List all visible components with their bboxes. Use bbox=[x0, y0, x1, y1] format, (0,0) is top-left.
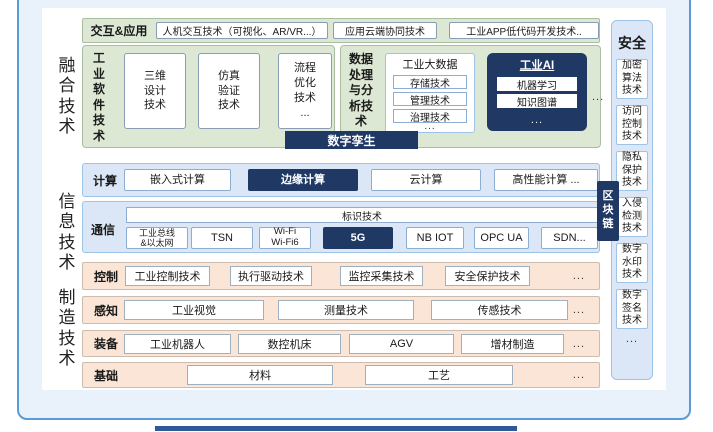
measurement-tech-box: 测量技术 bbox=[278, 300, 414, 320]
management-tech-box: 管理技术 bbox=[393, 92, 467, 106]
industrial-control-box: 工业控制技术 bbox=[125, 266, 210, 286]
tsn-box: TSN bbox=[191, 227, 253, 249]
embedded-computing-box: 嵌入式计算 bbox=[124, 169, 231, 191]
machine-learning-box: 机器学习 bbox=[497, 77, 577, 91]
actuation-drive-box: 执行驱动技术 bbox=[230, 266, 312, 286]
diagram-panel: 融 合 技 术 信 息 技 术 制 造 技 术 交互&应用 人机交互技术（可视化… bbox=[42, 8, 666, 390]
materials-box: 材料 bbox=[187, 365, 333, 385]
opcua-box: OPC UA bbox=[474, 227, 529, 249]
agv-box: AGV bbox=[349, 334, 454, 354]
ai-more-ellipsis: ... bbox=[487, 114, 587, 126]
cloud-computing-box: 云计算 bbox=[371, 169, 481, 191]
digital-watermark-box: 数字 水印 技术 bbox=[616, 243, 648, 283]
industrial-app-lowcode-box: 工业APP低代码开发技术.. bbox=[449, 22, 599, 39]
cnc-machine-box: 数控机床 bbox=[238, 334, 341, 354]
data-analysis-more-ellipsis: ... bbox=[592, 91, 604, 103]
nbiot-box: NB IOT bbox=[406, 227, 464, 249]
wifi-box: Wi-Fi Wi-Fi6 bbox=[259, 227, 311, 249]
industrial-ai-group: 工业AI 机器学习 知识图谱 ... bbox=[487, 53, 587, 131]
equipment-row: 装备 工业机器人 数控机床 AGV 增材制造 ... bbox=[82, 330, 600, 357]
foundation-row-label: 基础 bbox=[88, 367, 124, 384]
access-control-box: 访问 控制 技术 bbox=[616, 105, 648, 145]
edge-computing-box: 边缘计算 bbox=[248, 169, 358, 191]
simulation-verification-box: 仿真 验证 技术 bbox=[198, 53, 260, 129]
industrial-bigdata-group: 工业大数据 存储技术 管理技术 治理技术 ... bbox=[385, 53, 475, 133]
side-label-fusion-tech: 融 合 技 术 bbox=[55, 56, 79, 138]
digital-signature-box: 数字 签名 技术 bbox=[616, 289, 648, 329]
sensor-tech-box: 传感技术 bbox=[431, 300, 568, 320]
storage-tech-box: 存储技术 bbox=[393, 75, 467, 89]
industrial-software-label: 工 业 软 件 技 术 bbox=[91, 51, 107, 147]
blockchain-tag: 区 块 链 bbox=[597, 181, 619, 241]
interaction-row-label: 交互&应用 bbox=[87, 22, 151, 39]
industrial-bigdata-title: 工业大数据 bbox=[386, 56, 474, 72]
interaction-application-row: 交互&应用 人机交互技术（可视化、AR/VR...） 应用云端协同技术 工业AP… bbox=[82, 18, 600, 43]
fieldbus-ethernet-box: 工业总线 &以太网 bbox=[126, 227, 188, 249]
knowledge-graph-box: 知识图谱 bbox=[497, 94, 577, 108]
safety-protection-box: 安全保护技术 bbox=[445, 266, 530, 286]
control-row-label: 控制 bbox=[88, 268, 124, 285]
hmi-tech-box: 人机交互技术（可视化、AR/VR...） bbox=[156, 22, 328, 39]
intrusion-detection-box: 入侵 检测 技术 bbox=[616, 197, 648, 237]
process-optimization-box: 流程 优化 技术 ... bbox=[278, 53, 332, 129]
encryption-algorithm-box: 加密 算法 技术 bbox=[616, 59, 648, 99]
bigdata-more-ellipsis: ... bbox=[386, 123, 474, 131]
control-more-ellipsis: ... bbox=[573, 270, 585, 282]
foundation-more-ellipsis: ... bbox=[573, 369, 585, 381]
bottom-accent-bar bbox=[155, 426, 517, 431]
hpc-box: 高性能计算 ... bbox=[494, 169, 598, 191]
foundation-row: 基础 材料 工艺 ... bbox=[82, 362, 600, 388]
industrial-robot-box: 工业机器人 bbox=[124, 334, 231, 354]
sensing-row-label: 感知 bbox=[88, 302, 124, 319]
architecture-diagram: 融 合 技 术 信 息 技 术 制 造 技 术 交互&应用 人机交互技术（可视化… bbox=[0, 0, 713, 432]
security-title: 安全 bbox=[618, 33, 646, 53]
communication-row: 通信 标识技术 工业总线 &以太网 TSN Wi-Fi Wi-Fi6 5G NB… bbox=[82, 201, 600, 253]
sensing-row: 感知 工业视觉 测量技术 传感技术 ... bbox=[82, 296, 600, 324]
5g-box: 5G bbox=[323, 227, 393, 249]
computing-row: 计算 嵌入式计算 边缘计算 云计算 高性能计算 ... bbox=[82, 163, 600, 197]
side-label-manufacturing-tech: 制 造 技 术 bbox=[55, 288, 79, 370]
craft-process-box: 工艺 bbox=[365, 365, 513, 385]
cloud-collaboration-box: 应用云端协同技术 bbox=[333, 22, 437, 39]
identifier-tech-band: 标识技术 bbox=[126, 207, 598, 223]
industrial-vision-box: 工业视觉 bbox=[124, 300, 264, 320]
industrial-ai-title: 工业AI bbox=[487, 57, 587, 73]
computing-row-label: 计算 bbox=[87, 172, 123, 189]
control-row: 控制 工业控制技术 执行驱动技术 监控采集技术 安全保护技术 ... bbox=[82, 262, 600, 290]
sensing-more-ellipsis: ... bbox=[573, 304, 585, 316]
digital-twin-bar: 数字孪生 bbox=[285, 131, 418, 149]
sdn-box: SDN... bbox=[541, 227, 598, 249]
security-more-ellipsis: ... bbox=[626, 333, 638, 345]
additive-manufacturing-box: 增材制造 bbox=[461, 334, 564, 354]
communication-row-label: 通信 bbox=[91, 221, 115, 238]
monitoring-acquisition-box: 监控采集技术 bbox=[340, 266, 423, 286]
privacy-protection-box: 隐私 保护 技术 bbox=[616, 151, 648, 191]
side-label-information-tech: 信 息 技 术 bbox=[55, 192, 79, 274]
equipment-more-ellipsis: ... bbox=[573, 338, 585, 350]
equipment-row-label: 装备 bbox=[88, 335, 124, 352]
3d-design-box: 三维 设计 技术 bbox=[124, 53, 186, 129]
